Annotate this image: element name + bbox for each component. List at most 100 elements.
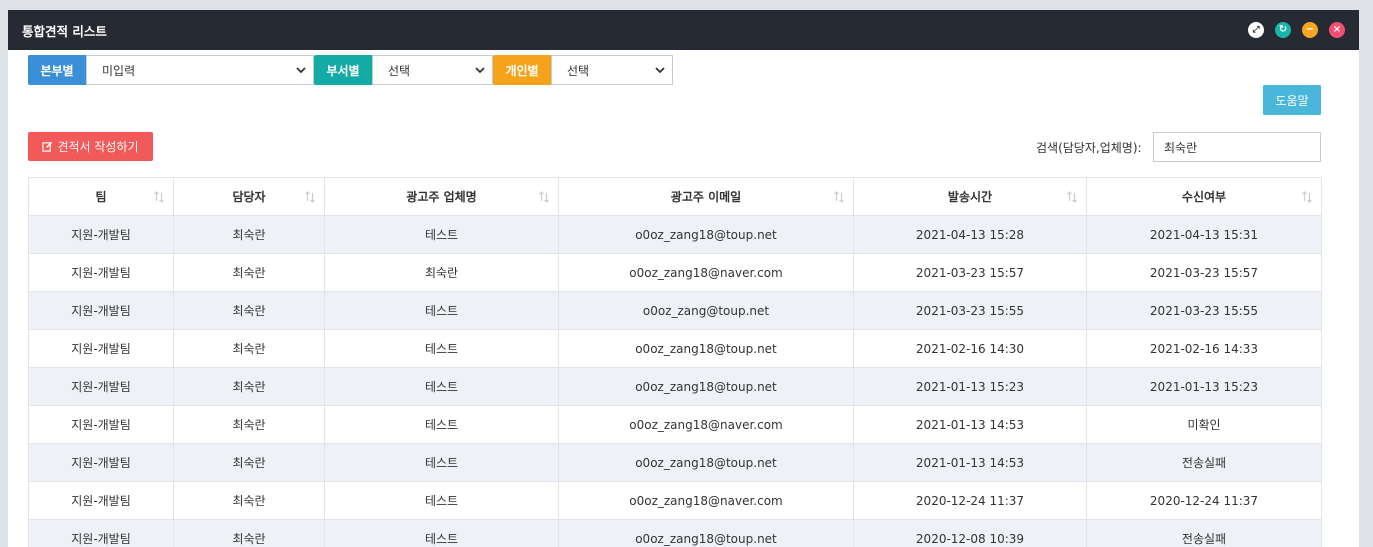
cell-sent-time: 2021-02-16 14:30 [853, 329, 1087, 368]
cell-email: o0oz_zang18@toup.net [558, 443, 854, 482]
cell-team: 지원-개발팀 [28, 291, 174, 330]
column-header-email[interactable]: 광고주 이메일 [558, 177, 854, 216]
cell-sent-time: 2021-04-13 15:28 [853, 215, 1087, 254]
window-controls: ⤢ ↻ − × [1248, 22, 1345, 38]
cell-manager: 최숙란 [173, 253, 325, 292]
cell-advertiser: 테스트 [324, 443, 559, 482]
table-row[interactable]: 지원-개발팀 최숙란 테스트 o0oz_zang18@toup.net 2021-04-… [28, 215, 1322, 254]
cell-sent-time: 2021-01-13 14:53 [853, 405, 1087, 444]
cell-received: 2020-12-24 11:37 [1086, 481, 1322, 520]
edit-icon [42, 141, 53, 152]
cell-received: 2021-01-13 15:23 [1086, 367, 1322, 406]
quote-table: 팀 담당자 광고주 업체명 광고주 이메일 발송시간 수신여부 지원-개발팀 최숙… [28, 177, 1322, 547]
cell-team: 지원-개발팀 [28, 367, 174, 406]
sort-icon [1067, 191, 1077, 203]
table-row[interactable]: 지원-개발팀 최숙란 테스트 o0oz_zang18@toup.net 2021-02-… [28, 329, 1322, 368]
column-header-received[interactable]: 수신여부 [1086, 177, 1322, 216]
title-bar: 통합견적 리스트 ⤢ ↻ − × [8, 10, 1359, 50]
table-row[interactable]: 지원-개발팀 최숙란 테스트 o0oz_zang18@naver.com 2020-12… [28, 481, 1322, 520]
sort-icon [834, 191, 844, 203]
cell-received: 2021-03-23 15:57 [1086, 253, 1322, 292]
cell-sent-time: 2021-01-13 14:53 [853, 443, 1087, 482]
search-label: 검색(담당자,업체명): [1036, 141, 1142, 155]
search-input[interactable] [1153, 132, 1321, 162]
cell-team: 지원-개발팀 [28, 519, 174, 547]
chevron-down-icon [296, 67, 306, 74]
cell-sent-time: 2021-01-13 15:23 [853, 367, 1087, 406]
column-header-label: 수신여부 [1181, 190, 1227, 204]
cell-received: 전송실패 [1086, 443, 1322, 482]
cell-manager: 최숙란 [173, 405, 325, 444]
cell-sent-time: 2021-03-23 15:57 [853, 253, 1087, 292]
column-header-team[interactable]: 팀 [28, 177, 174, 216]
cell-advertiser: 테스트 [324, 291, 559, 330]
headquarters-select[interactable]: 미입력 [86, 55, 314, 85]
column-header-sent-time[interactable]: 발송시간 [853, 177, 1087, 216]
table-row[interactable]: 지원-개발팀 최숙란 최숙란 o0oz_zang18@naver.com 2021-03… [28, 253, 1322, 292]
cell-email: o0oz_zang18@naver.com [558, 481, 854, 520]
cell-email: o0oz_zang18@naver.com [558, 405, 854, 444]
department-select-value: 선택 [388, 63, 411, 78]
column-header-manager[interactable]: 담당자 [173, 177, 325, 216]
cell-received: 2021-04-13 15:31 [1086, 215, 1322, 254]
individual-select-value: 선택 [567, 63, 590, 78]
cell-team: 지원-개발팀 [28, 405, 174, 444]
cell-email: o0oz_zang18@toup.net [558, 329, 854, 368]
cell-email: o0oz_zang18@toup.net [558, 367, 854, 406]
table-row[interactable]: 지원-개발팀 최숙란 테스트 o0oz_zang@toup.net 2021-03-23… [28, 291, 1322, 330]
column-header-label: 광고주 이메일 [670, 190, 742, 204]
table-row[interactable]: 지원-개발팀 최숙란 테스트 o0oz_zang18@toup.net 2021-01-… [28, 443, 1322, 482]
close-icon[interactable]: × [1329, 22, 1345, 38]
cell-manager: 최숙란 [173, 291, 325, 330]
cell-manager: 최숙란 [173, 481, 325, 520]
cell-team: 지원-개발팀 [28, 481, 174, 520]
headquarters-filter-label: 본부별 [28, 55, 86, 85]
cell-manager: 최숙란 [173, 519, 325, 547]
help-button[interactable]: 도움말 [1263, 85, 1321, 115]
cell-advertiser: 테스트 [324, 215, 559, 254]
minimize-icon[interactable]: − [1302, 22, 1318, 38]
individual-filter-label: 개인별 [493, 55, 551, 85]
headquarters-select-value: 미입력 [102, 63, 136, 78]
chevron-down-icon [475, 67, 485, 74]
column-header-advertiser[interactable]: 광고주 업체명 [324, 177, 559, 216]
cell-received: 2021-02-16 14:33 [1086, 329, 1322, 368]
sort-icon [305, 191, 315, 203]
cell-sent-time: 2021-03-23 15:55 [853, 291, 1087, 330]
table-row[interactable]: 지원-개발팀 최숙란 테스트 o0oz_zang18@toup.net 2021-01-… [28, 367, 1322, 406]
cell-advertiser: 최숙란 [324, 253, 559, 292]
sort-icon [539, 191, 549, 203]
cell-team: 지원-개발팀 [28, 443, 174, 482]
cell-manager: 최숙란 [173, 329, 325, 368]
write-quote-button[interactable]: 견적서 작성하기 [28, 132, 153, 161]
cell-advertiser: 테스트 [324, 481, 559, 520]
window-title: 통합견적 리스트 [22, 23, 107, 39]
table-body: 지원-개발팀 최숙란 테스트 o0oz_zang18@toup.net 2021-04-… [28, 215, 1322, 547]
column-header-label: 발송시간 [947, 190, 993, 204]
column-header-label: 담당자 [232, 190, 266, 204]
cell-received: 미확인 [1086, 405, 1322, 444]
table-row[interactable]: 지원-개발팀 최숙란 테스트 o0oz_zang18@toup.net 2020-12-… [28, 519, 1322, 547]
write-quote-label: 견적서 작성하기 [57, 140, 139, 154]
department-select[interactable]: 선택 [372, 55, 493, 85]
filter-bar: 본부별 미입력 부서별 선택 개인별 선택 [28, 55, 673, 85]
expand-icon[interactable]: ⤢ [1248, 22, 1264, 38]
cell-team: 지원-개발팀 [28, 329, 174, 368]
chevron-down-icon [655, 67, 665, 74]
column-header-label: 광고주 업체명 [406, 190, 477, 204]
cell-sent-time: 2020-12-24 11:37 [853, 481, 1087, 520]
table-header-row: 팀 담당자 광고주 업체명 광고주 이메일 발송시간 수신여부 [28, 177, 1322, 216]
refresh-icon[interactable]: ↻ [1275, 22, 1291, 38]
sort-icon [154, 191, 164, 203]
cell-team: 지원-개발팀 [28, 215, 174, 254]
cell-email: o0oz_zang18@naver.com [558, 253, 854, 292]
cell-sent-time: 2020-12-08 10:39 [853, 519, 1087, 547]
cell-manager: 최숙란 [173, 443, 325, 482]
individual-select[interactable]: 선택 [551, 55, 673, 85]
cell-received: 2021-03-23 15:55 [1086, 291, 1322, 330]
cell-received: 전송실패 [1086, 519, 1322, 547]
cell-advertiser: 테스트 [324, 519, 559, 547]
cell-team: 지원-개발팀 [28, 253, 174, 292]
table-row[interactable]: 지원-개발팀 최숙란 테스트 o0oz_zang18@naver.com 2021-01… [28, 405, 1322, 444]
cell-email: o0oz_zang18@toup.net [558, 215, 854, 254]
